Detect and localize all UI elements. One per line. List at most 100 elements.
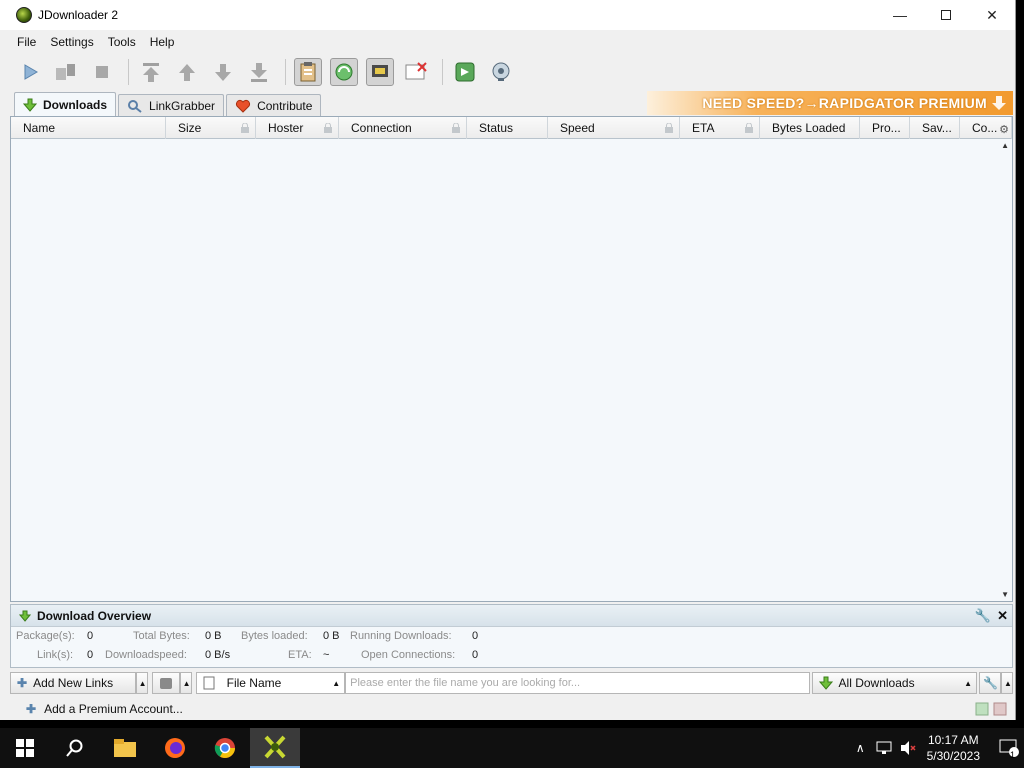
taskbar-file-explorer[interactable] (100, 728, 150, 768)
column-label: Sav... (922, 121, 952, 135)
table-vertical-scrollbar[interactable]: ▲ ▼ (998, 139, 1012, 601)
search-field-select[interactable]: File Name ▲ (195, 672, 346, 694)
window-title: JDownloader 2 (38, 8, 119, 22)
search-icon (66, 739, 83, 757)
downloadspeed-value: 0 B/s (205, 649, 231, 661)
tab-linkgrabber[interactable]: LinkGrabber (118, 94, 225, 116)
overview-close-icon[interactable]: ✕ (997, 608, 1008, 624)
start-button[interactable] (0, 728, 50, 768)
silent-mode-toggle[interactable] (402, 58, 430, 86)
pause-downloads-button[interactable] (52, 58, 80, 86)
table-header: Name Size Hoster Connection Status Speed… (11, 117, 1012, 139)
taskbar-clock[interactable]: 10:17 AM 5/30/2023 (927, 732, 980, 764)
move-bottom-button[interactable] (245, 58, 273, 86)
rapidgator-banner[interactable]: NEED SPEED?→RAPIDGATOR PREMIUM (647, 91, 1013, 115)
auto-reconnect-toggle[interactable] (330, 58, 358, 86)
menu-tools[interactable]: Tools (101, 35, 143, 49)
maximize-button[interactable] (923, 0, 969, 30)
column-header-name[interactable]: Name (11, 117, 166, 139)
column-header-status[interactable]: Status (467, 117, 548, 139)
quick-settings-dropdown[interactable]: ▲ (1001, 672, 1013, 694)
download-arrow-icon (19, 610, 31, 622)
clear-list-button[interactable] (151, 672, 180, 694)
premium-toggle[interactable] (366, 58, 394, 86)
column-header-size[interactable]: Size (166, 117, 256, 139)
update-icon (492, 62, 510, 81)
eta-label: ETA: (288, 649, 312, 661)
column-header-speed[interactable]: Speed (548, 117, 680, 139)
lock-icon (324, 123, 332, 133)
add-links-dropdown[interactable]: ▲ (135, 672, 148, 694)
search-field-label: File Name (226, 676, 282, 690)
eta-value: ~ (323, 649, 330, 661)
update-button[interactable] (487, 58, 515, 86)
silent-mode-icon (405, 62, 427, 80)
column-header-bytes-loaded[interactable]: Bytes Loaded (760, 117, 860, 139)
overview-row: Link(s): 0 Downloadspeed: 0 B/s ETA: ~ O… (11, 646, 1012, 665)
banner-text: NEED SPEED?→RAPIDGATOR PREMIUM (702, 95, 987, 111)
column-header-save-to[interactable]: Sav... (910, 117, 960, 139)
move-up-button[interactable] (173, 58, 201, 86)
packages-value: 0 (87, 630, 94, 642)
clipboard-observer-icon (300, 62, 316, 82)
column-header-eta[interactable]: ETA (680, 117, 760, 139)
taskbar-chrome[interactable] (200, 728, 250, 768)
close-button[interactable]: ✕ (969, 0, 1015, 30)
menu-settings[interactable]: Settings (43, 35, 100, 49)
column-label: Size (178, 121, 202, 135)
network-icon[interactable] (875, 740, 893, 756)
view-filter-select[interactable]: All Downloads ▲ (811, 672, 977, 694)
file-explorer-icon (114, 739, 136, 757)
add-premium-account-link[interactable]: Add a Premium Account... (44, 702, 183, 716)
move-down-button[interactable] (209, 58, 237, 86)
volume-muted-icon[interactable] (899, 740, 917, 756)
column-label: Pro... (872, 121, 901, 135)
overview-settings-wrench-icon[interactable]: 🔧 (975, 608, 991, 624)
maximize-icon (941, 10, 951, 20)
tab-contribute[interactable]: Contribute (226, 94, 322, 116)
menu-help[interactable]: Help (143, 35, 182, 49)
clipboard-observer-toggle[interactable] (294, 58, 322, 86)
action-center-button[interactable]: 1 (994, 738, 1024, 760)
taskbar-search-button[interactable] (50, 728, 100, 768)
overview-title: Download Overview (37, 608, 152, 623)
tab-contribute-label: Contribute (257, 98, 313, 113)
minimize-button[interactable]: — (877, 0, 923, 30)
search-input[interactable]: Please enter the file name you are looki… (345, 672, 810, 694)
quick-settings-button[interactable]: 🔧 (979, 672, 1001, 694)
scroll-down-arrow-icon[interactable]: ▼ (1001, 590, 1009, 599)
jdownloader-icon (264, 735, 286, 759)
reconnect-button[interactable] (451, 58, 479, 86)
chevron-up-icon: ▲ (138, 678, 147, 688)
column-settings-gear-icon[interactable]: ⚙ (999, 123, 1009, 136)
total-bytes-value: 0 B (205, 630, 222, 642)
premium-status-icon[interactable] (993, 702, 1007, 719)
document-icon (203, 676, 215, 690)
plus-icon: ✚ (26, 702, 37, 716)
packages-label: Package(s): (16, 630, 75, 642)
chrome-icon (214, 738, 235, 758)
start-downloads-button[interactable] (16, 58, 44, 86)
toolbar-separator (128, 59, 129, 85)
move-top-button[interactable] (137, 58, 165, 86)
taskbar-jdownloader[interactable] (250, 728, 300, 768)
reconnect-status-icon[interactable] (975, 702, 989, 719)
chevron-up-icon: ▲ (332, 678, 341, 688)
stop-downloads-button[interactable] (88, 58, 116, 86)
open-connections-value: 0 (472, 649, 479, 661)
linkgrabber-icon (128, 99, 142, 113)
auto-reconnect-icon (335, 63, 353, 81)
menu-file[interactable]: File (10, 35, 43, 49)
lock-icon (665, 123, 673, 133)
scroll-up-arrow-icon[interactable]: ▲ (1001, 141, 1009, 150)
show-hidden-icons-chevron-icon[interactable]: ∧ (856, 741, 865, 755)
clear-list-dropdown[interactable]: ▲ (179, 672, 192, 694)
move-up-icon (179, 64, 195, 81)
column-header-hoster[interactable]: Hoster (256, 117, 339, 139)
tab-downloads[interactable]: Downloads (14, 92, 117, 116)
column-header-progress[interactable]: Pro... (860, 117, 910, 139)
taskbar-firefox[interactable] (150, 728, 200, 768)
column-header-connection[interactable]: Connection (339, 117, 467, 139)
add-new-links-button[interactable]: ✚ Add New Links (10, 672, 136, 694)
reconnect-icon (455, 62, 475, 82)
